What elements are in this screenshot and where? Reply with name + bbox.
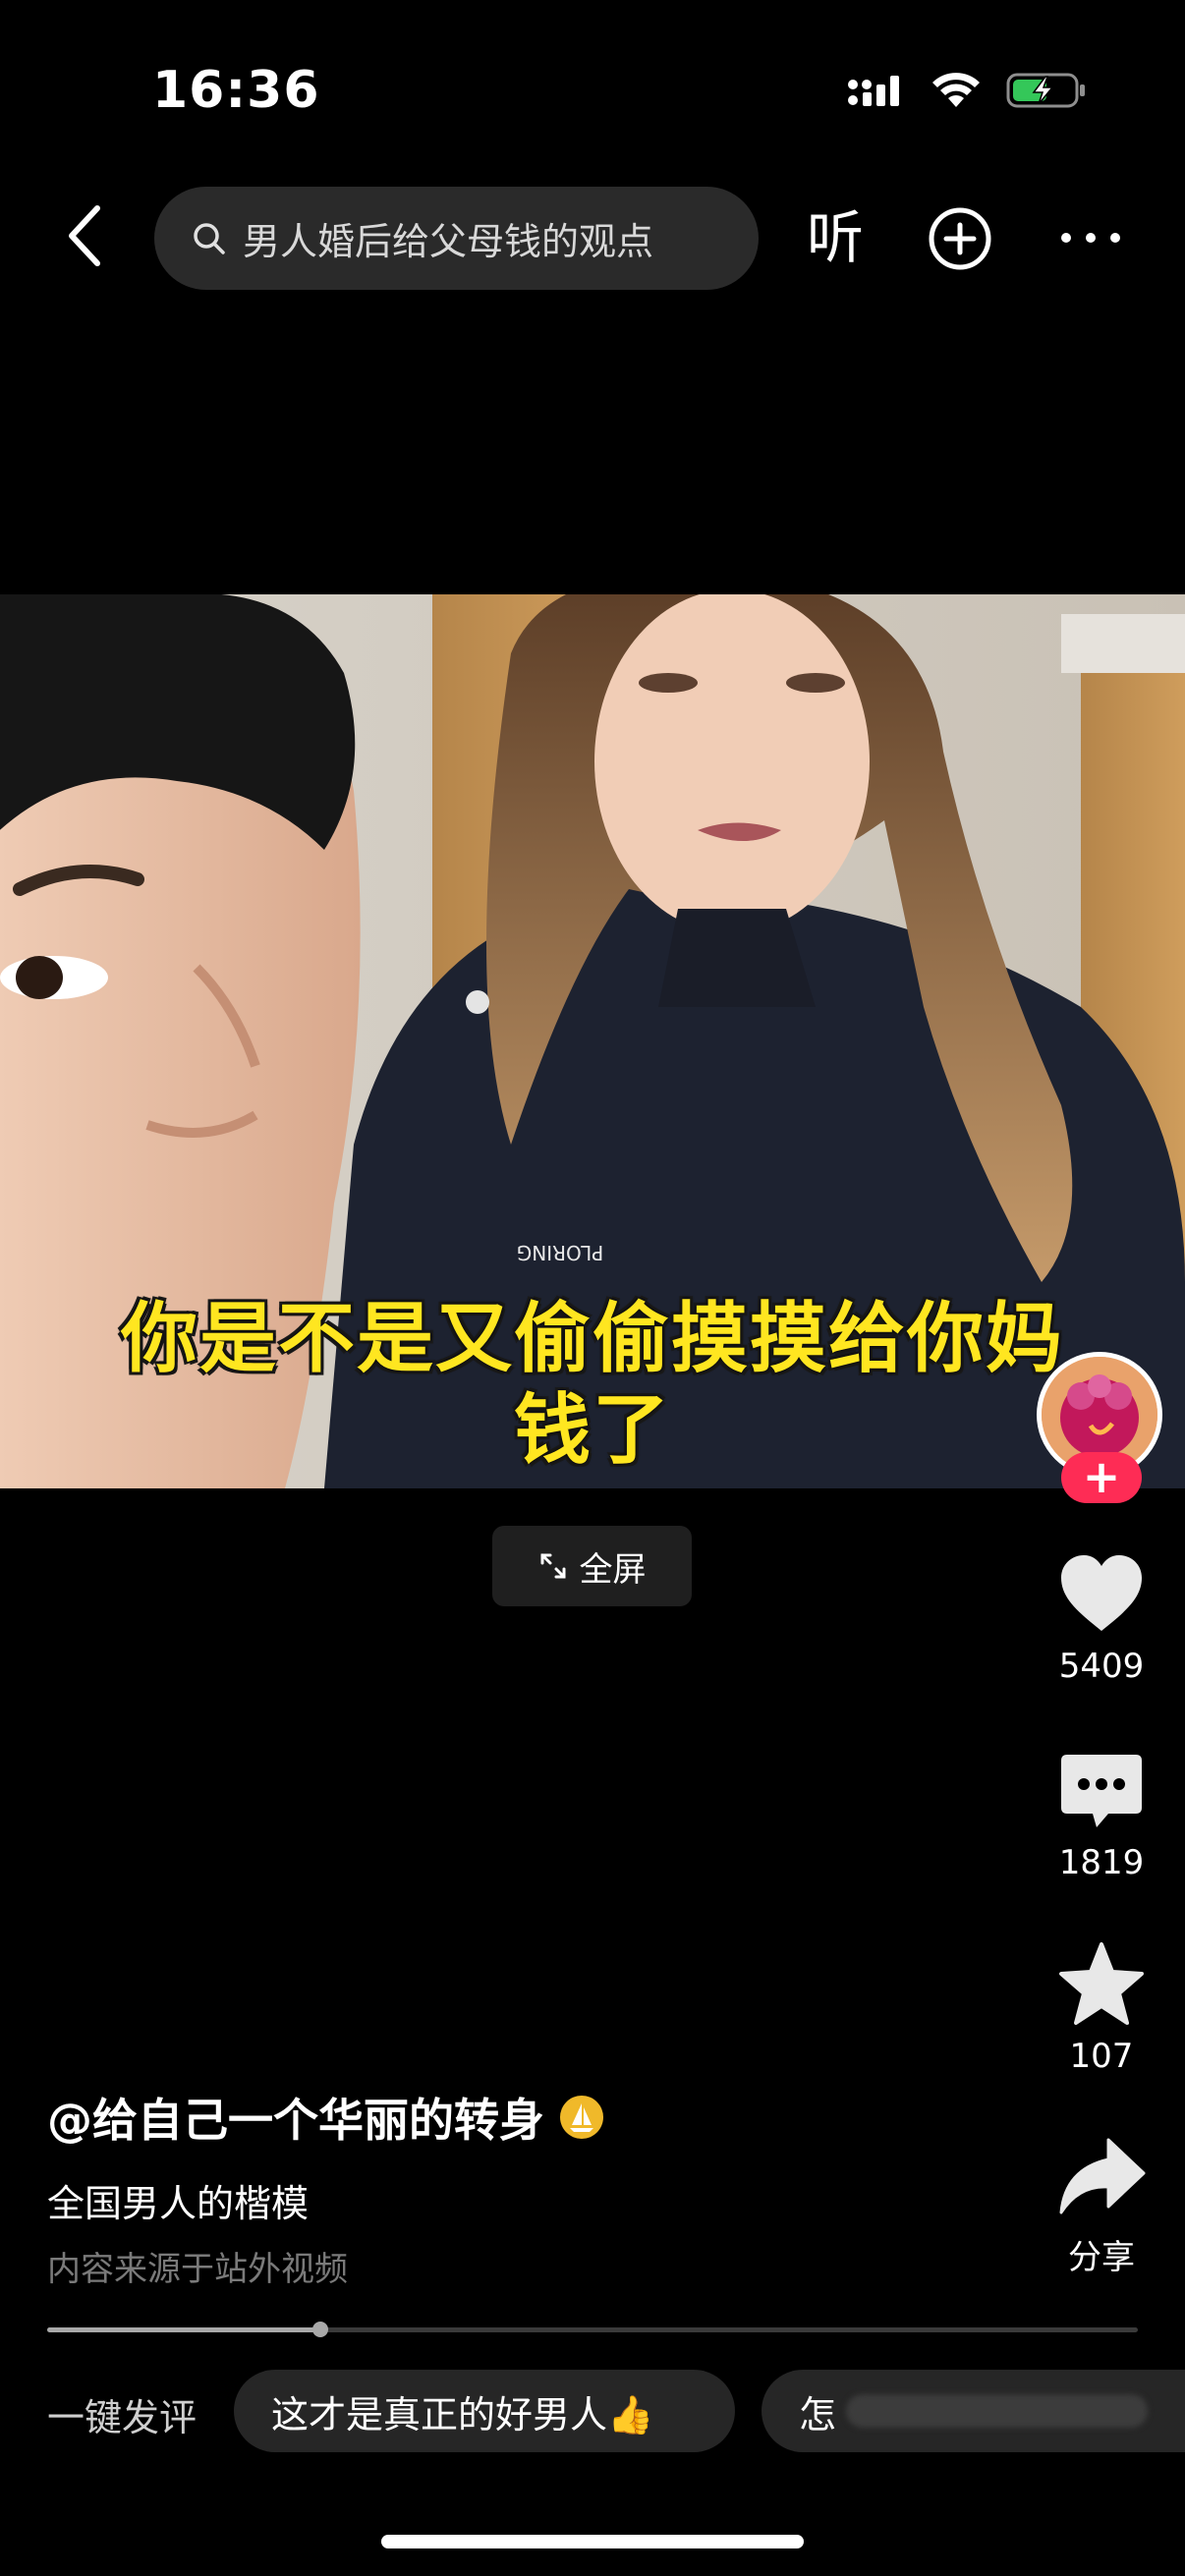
- wifi-icon: [932, 73, 980, 107]
- comment-icon: [1061, 1755, 1142, 1827]
- fullscreen-button[interactable]: 全屏: [492, 1526, 692, 1606]
- fullscreen-label: 全屏: [579, 1549, 647, 1590]
- expand-icon: [540, 1553, 565, 1579]
- search-query-text: 男人婚后给父母钱的观点: [243, 220, 654, 263]
- status-time: 16:36: [152, 61, 320, 120]
- quick-comment-label: 一键发评: [47, 2396, 198, 2439]
- heart-icon: [1061, 1555, 1142, 1631]
- follow-button[interactable]: +: [1061, 1452, 1142, 1503]
- comment-button[interactable]: 1819: [1042, 1747, 1161, 1882]
- star-icon: [1059, 1942, 1144, 2025]
- sail-badge-icon: [560, 2096, 603, 2139]
- quick-comment-chip[interactable]: 怎: [762, 2370, 1185, 2452]
- more-button[interactable]: [1056, 218, 1125, 257]
- battery-charging-icon: [1006, 73, 1085, 108]
- progress-fill: [47, 2327, 320, 2332]
- comment-count: 1819: [1058, 1843, 1145, 1882]
- video-subtitle-line-2: 钱了: [513, 1386, 671, 1475]
- status-icons: [847, 71, 1087, 110]
- add-button[interactable]: [928, 206, 992, 271]
- share-button[interactable]: 分享: [1042, 2134, 1161, 2278]
- author-name[interactable]: @给自己一个华丽的转身: [47, 2085, 544, 2150]
- progress-thumb[interactable]: [311, 2322, 328, 2337]
- status-bar: 16:36: [0, 0, 1185, 187]
- search-icon: [194, 222, 225, 254]
- cellular-signal-icon: [848, 76, 899, 106]
- favorite-button[interactable]: 107: [1042, 1940, 1161, 2076]
- more-dots-icon: [1061, 233, 1120, 243]
- quick-comment-chip[interactable]: 这才是真正的好男人👍: [234, 2370, 735, 2452]
- video-caption: 全国男人的楷模: [47, 2182, 310, 2225]
- source-note: 内容来源于站外视频: [47, 2250, 348, 2289]
- back-button[interactable]: [57, 201, 110, 270]
- plus-circle-icon: [929, 207, 991, 270]
- share-arrow-icon: [1059, 2138, 1146, 2214]
- svg-text:PLORING: PLORING: [517, 1241, 604, 1264]
- listen-button[interactable]: 听: [801, 201, 870, 274]
- author-name-row[interactable]: @给自己一个华丽的转身: [47, 2085, 603, 2150]
- search-input[interactable]: 男人婚后给父母钱的观点: [154, 187, 759, 290]
- favorite-count: 107: [1069, 2037, 1134, 2076]
- share-label: 分享: [1068, 2238, 1135, 2277]
- chevron-left-icon: [69, 205, 100, 266]
- home-indicator[interactable]: [381, 2535, 804, 2548]
- like-button[interactable]: 5409: [1042, 1550, 1161, 1686]
- like-count: 5409: [1058, 1647, 1145, 1686]
- quick-comment-chip-text: 怎: [799, 2392, 837, 2436]
- playback-progress-bar[interactable]: [47, 2322, 1138, 2337]
- blurred-text: [846, 2394, 1148, 2428]
